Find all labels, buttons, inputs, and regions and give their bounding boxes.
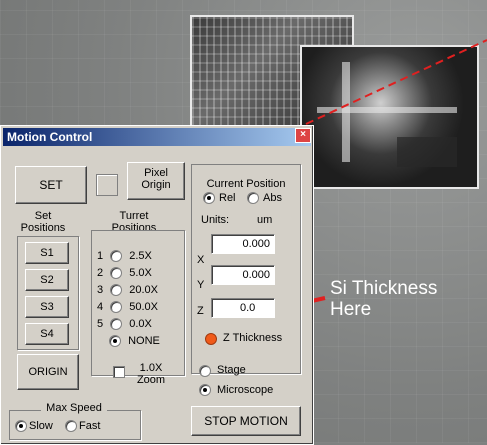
microscope-radio[interactable] — [199, 384, 211, 396]
z-field[interactable]: 0.0 — [211, 298, 275, 318]
units-label: Units: — [201, 214, 230, 226]
rel-radio[interactable] — [203, 192, 215, 204]
set-positions-label: Set Positions — [20, 210, 66, 234]
s1-button[interactable]: S1 — [25, 242, 69, 264]
z-thickness-label: Z Thickness — [223, 332, 283, 344]
window-title: Motion Control — [7, 130, 93, 144]
set-button[interactable]: SET — [15, 166, 87, 204]
turret-radio-5[interactable] — [110, 318, 123, 331]
origin-button[interactable]: ORIGIN — [17, 354, 79, 390]
microscope-label: Microscope — [217, 384, 274, 396]
rel-label: Rel — [219, 192, 236, 204]
stage-label: Stage — [217, 364, 246, 376]
fast-radio[interactable] — [65, 420, 77, 432]
turret-row[interactable]: 5 0.0X — [97, 318, 152, 331]
turret-radio-none[interactable] — [109, 335, 121, 348]
y-field[interactable]: 0.000 — [211, 265, 275, 285]
motion-control-window: Motion Control × SET Pixel Origin Set Po… — [0, 125, 314, 445]
s4-button[interactable]: S4 — [25, 323, 69, 345]
zoom-checkbox[interactable] — [113, 366, 125, 378]
window-titlebar[interactable]: Motion Control — [3, 128, 311, 146]
slow-label: Slow — [29, 420, 53, 432]
zoom-label: 1.0X Zoom — [136, 362, 166, 386]
turret-row[interactable]: 2 5.0X — [97, 267, 152, 280]
stage-radio[interactable] — [199, 365, 211, 377]
max-speed-label: Max Speed — [41, 402, 107, 414]
current-position-label: Current Position — [206, 178, 286, 190]
pixel-origin-button[interactable]: Pixel Origin — [127, 162, 185, 200]
close-icon[interactable]: × — [295, 128, 311, 143]
indicator-box — [96, 174, 118, 196]
slow-radio[interactable] — [15, 420, 27, 432]
abs-label: Abs — [263, 192, 282, 204]
abs-radio[interactable] — [247, 192, 259, 204]
turret-row[interactable]: NONE — [105, 335, 160, 348]
s2-button[interactable]: S2 — [25, 269, 69, 291]
turret-row[interactable]: 3 20.0X — [97, 284, 158, 297]
z-thickness-led-icon[interactable] — [205, 333, 217, 345]
s3-button[interactable]: S3 — [25, 296, 69, 318]
si-thickness-callout: Si Thickness Here — [330, 278, 438, 320]
x-field[interactable]: 0.000 — [211, 234, 275, 254]
fast-label: Fast — [79, 420, 101, 432]
turret-row[interactable]: 1 2.5X — [97, 250, 152, 263]
y-label: Y — [197, 279, 205, 291]
turret-radio-4[interactable] — [110, 301, 123, 314]
turret-radio-3[interactable] — [110, 284, 123, 297]
turret-radio-2[interactable] — [110, 267, 123, 280]
units-value: um — [257, 214, 273, 226]
turret-row[interactable]: 4 50.0X — [97, 301, 158, 314]
turret-radio-1[interactable] — [110, 250, 123, 263]
x-label: X — [197, 254, 205, 266]
stop-motion-button[interactable]: STOP MOTION — [191, 406, 301, 436]
z-label: Z — [197, 305, 204, 317]
